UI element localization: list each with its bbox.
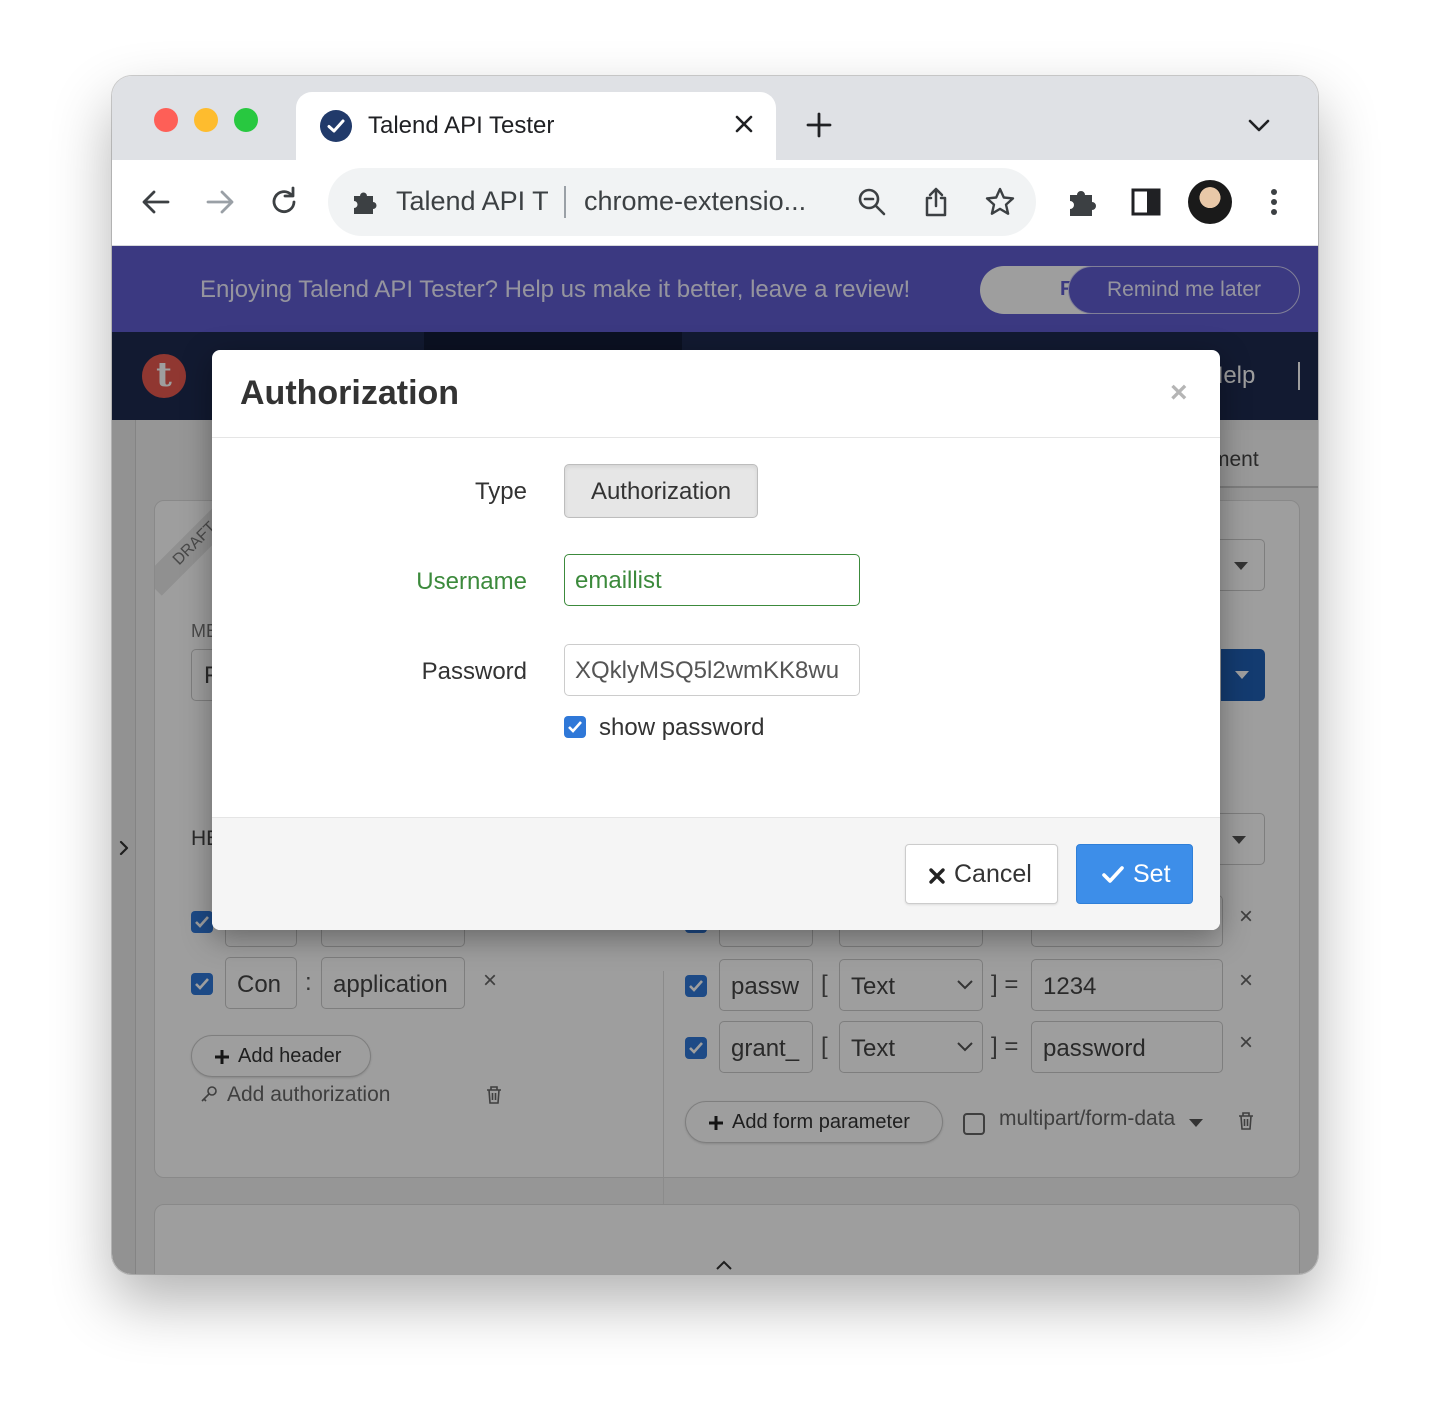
username-label: Username (416, 568, 527, 595)
browser-toolbar: Talend API T chrome-extensio... (112, 160, 1318, 246)
show-password-checkbox[interactable] (564, 716, 586, 738)
extension-name: Talend API T (396, 186, 549, 216)
dialog-header: Authorization × (212, 350, 1220, 438)
password-label: Password (421, 658, 527, 685)
password-input[interactable]: XQklyMSQ5l2wmKK8wu (564, 644, 860, 696)
minimize-window-button[interactable] (194, 108, 218, 132)
tab-search-chevron-down-icon[interactable] (1246, 114, 1272, 136)
close-window-button[interactable] (154, 108, 178, 132)
cancel-button[interactable]: Cancel (905, 844, 1058, 904)
forward-arrow-icon[interactable] (202, 184, 238, 220)
username-input[interactable]: emaillist (564, 554, 860, 606)
bookmark-star-icon[interactable] (984, 186, 1016, 218)
dialog-footer: Cancel Set (212, 817, 1220, 930)
checkmark-icon (568, 721, 582, 733)
zoom-magnifier-icon[interactable] (856, 186, 888, 218)
show-password-label[interactable]: show password (599, 714, 764, 742)
close-x-icon (929, 868, 945, 884)
extensions-puzzle-icon[interactable] (1064, 184, 1100, 220)
side-panel-icon[interactable] (1128, 184, 1164, 220)
set-button[interactable]: Set (1076, 844, 1193, 904)
dialog-close-icon[interactable]: × (1170, 376, 1188, 410)
profile-avatar[interactable] (1188, 180, 1232, 224)
set-label: Set (1133, 860, 1171, 888)
omnibox-divider (564, 186, 566, 218)
extension-puzzle-icon (348, 186, 380, 218)
back-arrow-icon[interactable] (138, 184, 174, 220)
share-icon[interactable] (920, 186, 952, 218)
check-icon (1102, 866, 1124, 883)
url-text[interactable]: chrome-extensio... (584, 186, 806, 217)
authorization-dialog: Authorization × Type Authorization Usern… (212, 350, 1220, 930)
cancel-label: Cancel (954, 860, 1032, 888)
talend-favicon-icon (320, 110, 352, 142)
browser-tab-active[interactable]: Talend API Tester (296, 92, 776, 160)
tab-strip: Talend API Tester (112, 76, 1318, 160)
auth-type-button[interactable]: Authorization (564, 464, 758, 518)
new-tab-plus-icon[interactable] (804, 110, 834, 140)
zoom-window-button[interactable] (234, 108, 258, 132)
tab-close-icon[interactable] (730, 110, 758, 138)
dialog-title: Authorization (240, 374, 460, 412)
type-label: Type (474, 478, 527, 505)
address-bar[interactable]: Talend API T chrome-extensio... (328, 168, 1036, 236)
browser-menu-kebab-icon[interactable] (1256, 184, 1292, 220)
reload-icon[interactable] (266, 184, 302, 220)
tab-title: Talend API Tester (368, 112, 555, 139)
